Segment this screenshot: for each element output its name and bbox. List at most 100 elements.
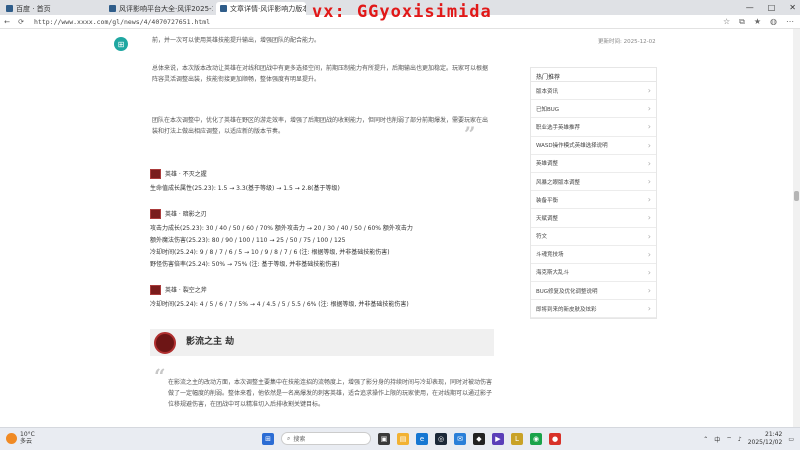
edge-browser-icon[interactable]: e [416, 432, 428, 445]
sidebar-item-label: 已知BUG [536, 106, 560, 113]
tray-expand-icon[interactable]: ⌃ [703, 436, 708, 443]
hero-icon [150, 169, 161, 179]
input-language[interactable]: 中 [714, 435, 720, 444]
chevron-right-icon: › [647, 140, 651, 150]
page-scrollbar[interactable] [793, 29, 800, 427]
sidebar-item[interactable]: 版本资讯 › [531, 82, 656, 101]
sidebar-item[interactable]: WASD操作模式英雄选择说明 › [531, 137, 656, 155]
start-icon[interactable]: ⊞ [262, 432, 274, 445]
sidebar-item[interactable]: BUG修复及优化调整说明 › [531, 282, 656, 301]
sidebar-item-label: 装备平衡 [536, 197, 559, 204]
wechat-icon[interactable]: ◉ [530, 432, 542, 445]
hero-entry: 英雄 · 裂空之斧 [150, 285, 207, 296]
tab-label: 百度 · 首页 [16, 4, 51, 13]
window-controls: — □ ✕ [746, 0, 796, 15]
taskbar: 10°C 多云 ⊞ ⌕ 搜索 ▣ ▤ e ◎ ✉ ◆ ▶ L ◉ ● ⌃ 中 ⌔… [0, 427, 800, 450]
chevron-right-icon: › [647, 195, 651, 205]
hero-stat-line: 冷却时间(25.24): 4 / 5 / 6 / 7 / 5% → 4 / 4.… [150, 301, 409, 308]
chevron-right-icon: › [647, 104, 651, 114]
sidebar-item[interactable]: 已知BUG › [531, 100, 656, 119]
sidebar-item[interactable]: 英雄调整 › [531, 155, 656, 173]
sidebar-item-label: 职业选手英雄推荐 [536, 124, 581, 131]
publish-date: 更新时间: 2025-12-02 [598, 39, 656, 45]
sidebar-item-label: 天赋调整 [536, 215, 559, 222]
league-client-icon[interactable]: L [511, 432, 523, 445]
sidebar-item-label: 斗魂竞技场 [536, 252, 564, 259]
scrollbar-thumb[interactable] [794, 191, 799, 201]
share-icon[interactable]: ⊞ [114, 37, 128, 51]
volume-icon[interactable]: ♪ [738, 436, 742, 443]
minimize-icon[interactable]: — [746, 3, 754, 12]
search-icon: ⌕ [287, 434, 291, 442]
section-title: 影流之主 劫 [186, 337, 235, 347]
sidebar-item-label: 风暴之眼版本调整 [536, 179, 581, 186]
profile-icon[interactable]: ◍ [770, 17, 777, 27]
hero-name: 英雄 · 不灭之握 [165, 171, 207, 178]
chat-app-icon[interactable]: ✉ [454, 432, 466, 445]
weather-icon [6, 432, 17, 444]
sidebar-item-label: 英雄调整 [536, 161, 559, 168]
tab-label: 文章详情·风评影响力版本更新·影流之主劫 [230, 4, 306, 13]
clock[interactable]: 21:42 2025/12/02 [748, 431, 783, 447]
chevron-right-icon: › [647, 267, 651, 277]
hero-stat-line: 生命值成长属性(25.23): 1.5 → 3.3(基于等级) → 1.5 → … [150, 185, 340, 192]
sidebar-item-label: BUG修复及优化调整说明 [536, 288, 598, 295]
sidebar-item[interactable]: 即将到来的新皮肤及炫彩 › [531, 300, 656, 319]
chevron-right-icon: › [647, 177, 651, 187]
game-client-icon[interactable]: ◆ [473, 432, 485, 445]
chevron-right-icon: › [647, 122, 651, 132]
tab-label: 风评影响平台大全·风评2025-12 [119, 4, 213, 13]
url-field[interactable]: http://www.xxxx.com/gl/news/4/4070727651… [34, 18, 210, 26]
steam-icon[interactable]: ◎ [435, 432, 447, 445]
extensions-icon[interactable]: ⧉ [739, 17, 745, 27]
notification-icon[interactable]: ▭ [788, 436, 794, 443]
hero-entry: 英雄 · 暗影之刃 [150, 209, 207, 220]
sidebar-item[interactable]: 风暴之眼版本调整 › [531, 173, 656, 192]
hero-stat-line: 野怪伤害倍率(25.24): 50% → 75% (注: 基于等级, 并非基础技… [150, 261, 340, 268]
sidebar-item[interactable]: 职业选手英雄推荐 › [531, 118, 656, 137]
sidebar-item[interactable]: 斗魂竞技场 › [531, 246, 656, 264]
media-app-icon[interactable]: ▶ [492, 432, 504, 445]
hero-icon [150, 285, 161, 295]
chevron-right-icon: › [647, 158, 651, 168]
page-content: ⊞ 前，并一次可以使用英雄技能提升输出，增强团队的配合能力。 总体来说，本次版本… [0, 29, 800, 427]
sidebar-heading: 热门推荐 [531, 68, 656, 82]
hero-icon [150, 209, 161, 219]
network-icon[interactable]: ⌔ [726, 435, 732, 443]
maximize-icon[interactable]: □ [768, 3, 776, 12]
chevron-right-icon: › [647, 249, 651, 259]
tab-1[interactable]: 百度 · 首页 [2, 2, 62, 15]
sidebar-item[interactable]: 海克斯大乱斗 › [531, 264, 656, 283]
tab-2[interactable]: 风评影响平台大全·风评2025-12 [105, 2, 213, 15]
chevron-right-icon: › [647, 286, 651, 296]
weather-desc: 多云 [20, 438, 33, 445]
sidebar-item-label: 即将到来的新皮肤及炫彩 [536, 306, 597, 313]
star-icon[interactable]: ☆ [723, 17, 730, 27]
taskbar-search[interactable]: ⌕ 搜索 [281, 432, 371, 445]
sidebar-item-label: WASD操作模式英雄选择说明 [536, 143, 608, 150]
clock-time: 21:42 [765, 431, 783, 438]
hero-name: 英雄 · 裂空之斧 [165, 287, 207, 294]
address-bar-icons: ☆ ⧉ ★ ◍ ⋯ [723, 17, 794, 27]
article-paragraph: 团队在本次调整中，优化了英雄在野区的游走效率，增强了后期团战的收割能力，但同时也… [152, 117, 489, 135]
refresh-icon[interactable]: ⟳ [14, 18, 28, 26]
tab-3-active[interactable]: 文章详情·风评影响力版本更新·影流之主劫 [216, 2, 306, 15]
close-icon[interactable]: ✕ [789, 3, 796, 12]
file-explorer-icon[interactable]: ▤ [397, 432, 409, 445]
system-tray: ⌃ 中 ⌔ ♪ 21:42 2025/12/02 ▭ [703, 431, 794, 447]
menu-icon[interactable]: ⋯ [786, 17, 794, 27]
weather-widget[interactable]: 10°C 多云 [6, 431, 35, 445]
sidebar-item[interactable]: 装备平衡 › [531, 191, 656, 210]
recorder-icon[interactable]: ● [549, 432, 561, 445]
weather-temp: 10°C [20, 431, 35, 438]
section-header: 影流之主 劫 [150, 329, 494, 356]
chevron-right-icon: › [647, 304, 651, 314]
back-icon[interactable]: ← [0, 18, 14, 26]
favorites-icon[interactable]: ★ [754, 17, 761, 27]
sidebar-item-label: 海克斯大乱斗 [536, 270, 570, 277]
task-view-icon[interactable]: ▣ [378, 432, 390, 445]
sidebar-item[interactable]: 符文 › [531, 228, 656, 246]
sidebar-item[interactable]: 天赋调整 › [531, 209, 656, 228]
clock-date: 2025/12/02 [747, 439, 783, 446]
hero-stat-line: 冷却时间(25.24): 9 / 8 / 7 / 6 / 5 → 10 / 9 … [150, 249, 390, 256]
